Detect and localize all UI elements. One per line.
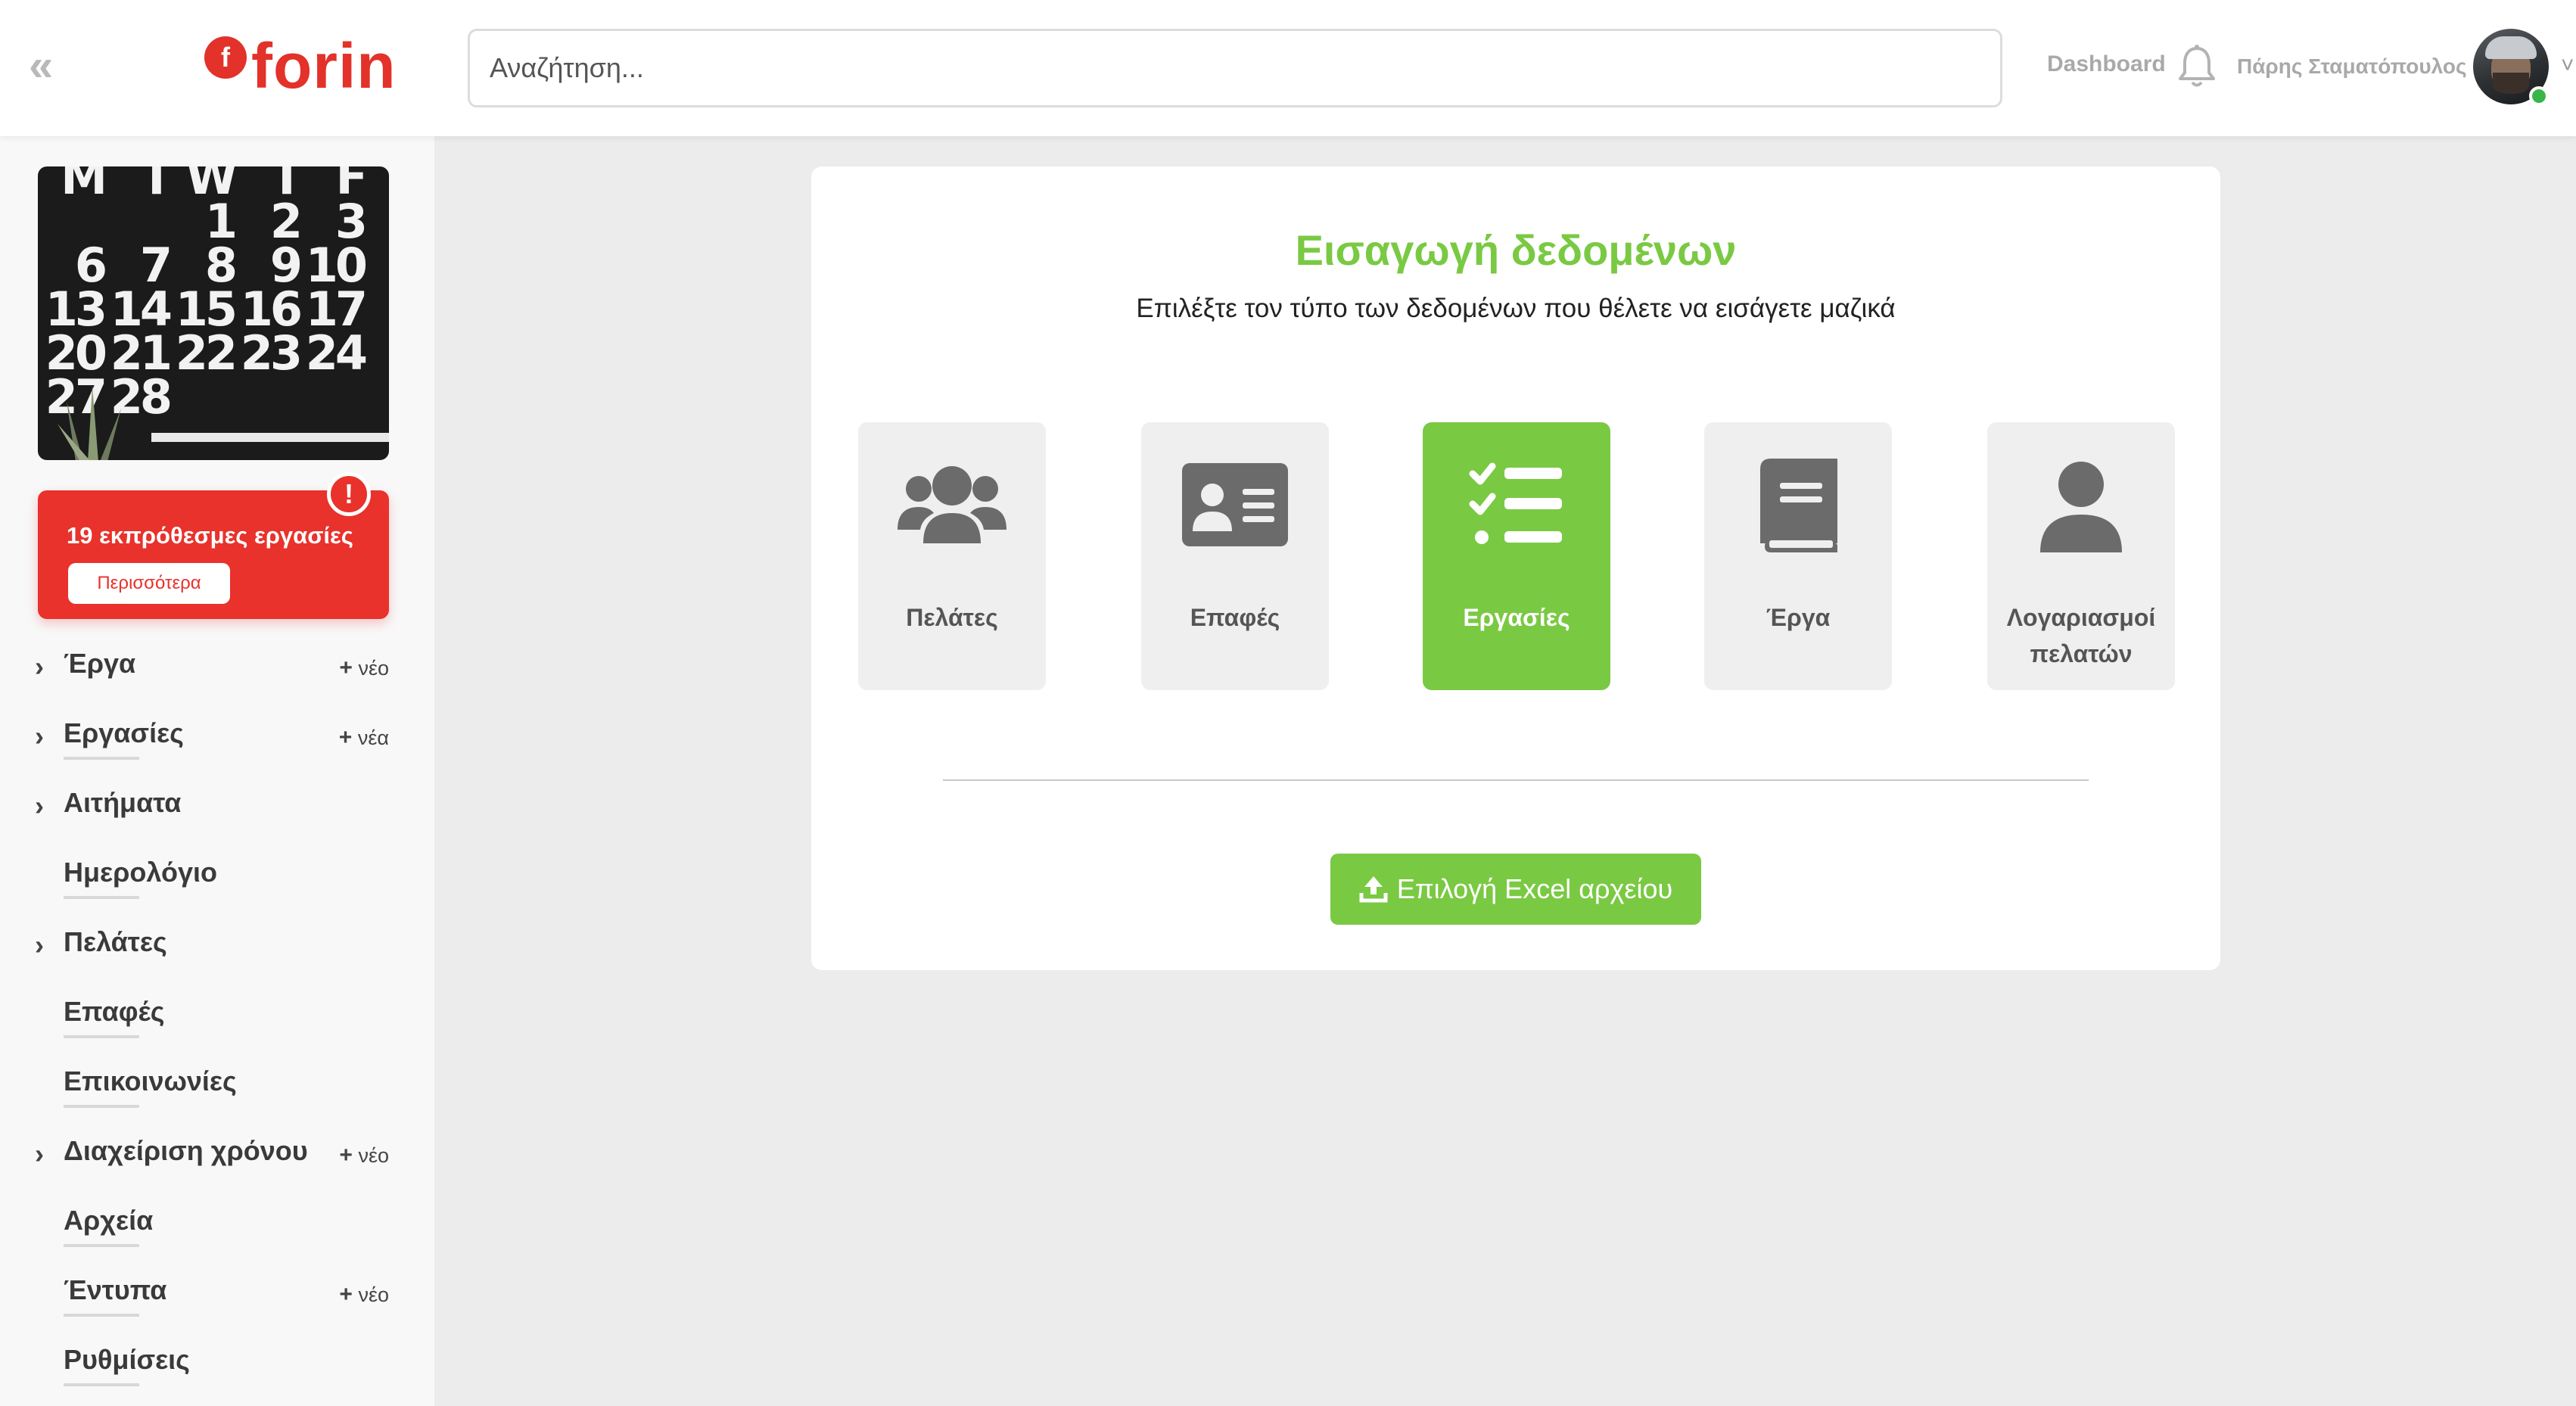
- sidebar-item-projects[interactable]: › Έργα + νέο: [0, 648, 434, 720]
- sidebar-item-label[interactable]: Αιτήματα: [64, 787, 181, 819]
- menu-underline: [64, 1244, 139, 1247]
- chevron-right-icon[interactable]: ›: [35, 651, 44, 683]
- calendar-day-number: [238, 375, 303, 419]
- type-tile-tasks[interactable]: Εργασίες: [1423, 422, 1610, 690]
- menu-underline: [64, 1383, 139, 1386]
- page-subtitle: Επιλέξτε τον τύπο των δεδομένων που θέλε…: [1136, 294, 1896, 323]
- type-tile-contacts[interactable]: Επαφές: [1141, 422, 1329, 690]
- plus-icon: +: [339, 1282, 353, 1307]
- collapse-sidebar-icon[interactable]: «: [29, 44, 67, 88]
- menu-underline: [64, 1314, 139, 1317]
- menu-underline: [64, 896, 139, 899]
- add-new-label: νέο: [358, 1283, 389, 1306]
- sidebar-item-label[interactable]: Επικοινωνίες: [64, 1065, 237, 1097]
- sidebar-item-label[interactable]: Πελάτες: [64, 926, 167, 958]
- sidebar-item-forms[interactable]: Έντυπα + νέο: [0, 1274, 434, 1347]
- book-icon: [1760, 459, 1837, 552]
- add-new-link[interactable]: + νέο: [339, 1282, 389, 1308]
- sidebar-item-label[interactable]: Διαχείριση χρόνου: [64, 1135, 308, 1167]
- calendar-day-number: T: [140, 166, 173, 205]
- sidebar-menu: › Έργα + νέο › Εργασίες + νέα › Αιτήματα…: [0, 648, 434, 1406]
- calendar-day-number: 24: [305, 325, 368, 381]
- divider: [943, 779, 2089, 781]
- select-excel-file-button[interactable]: Επιλογή Excel αρχείου: [1330, 854, 1701, 925]
- add-new-link[interactable]: + νέο: [339, 655, 389, 681]
- sidebar-item-communications[interactable]: Επικοινωνίες: [0, 1065, 434, 1138]
- type-label: Επαφές: [1190, 604, 1280, 631]
- calendar-day-number: M: [61, 166, 107, 205]
- chevron-down-icon[interactable]: ˅: [2561, 53, 2574, 79]
- menu-underline: [64, 757, 139, 760]
- type-tile-projects[interactable]: Έργα: [1704, 422, 1892, 690]
- type-label: Πελάτες: [906, 604, 998, 631]
- calendar-day-number: 23: [240, 325, 303, 381]
- import-data-card: Εισαγωγή δεδομένων Επιλέξτε τον τύπο των…: [811, 166, 2220, 970]
- logo-text: forin: [251, 30, 397, 101]
- user-icon: [2040, 462, 2122, 552]
- logo-mark: f: [204, 36, 247, 79]
- sidebar-item-files[interactable]: Αρχεία: [0, 1205, 434, 1277]
- calendar-day-number: [303, 375, 368, 419]
- dashboard-link[interactable]: Dashboard: [2047, 51, 2166, 77]
- chevron-right-icon[interactable]: ›: [35, 720, 44, 752]
- sidebar-item-tasks[interactable]: › Εργασίες + νέα: [0, 717, 434, 790]
- checklist-icon: [1469, 462, 1562, 544]
- upload-icon: [1359, 876, 1388, 903]
- top-bar: « f forin Dashboard Πάρης Σταματόπουλος …: [0, 0, 2576, 136]
- add-new-label: νέα: [357, 726, 389, 749]
- sidebar-item-label[interactable]: Ημερολόγιο: [64, 857, 217, 888]
- type-label: Έργα: [1766, 604, 1831, 631]
- sidebar-item-label[interactable]: Έντυπα: [64, 1274, 166, 1306]
- select-excel-file-label: Επιλογή Excel αρχείου: [1396, 873, 1673, 904]
- type-label: Λογαριασμοί πελατών: [2006, 604, 2156, 667]
- plant-icon: [58, 386, 121, 460]
- menu-underline: [64, 1105, 139, 1108]
- chevron-right-icon[interactable]: ›: [35, 929, 44, 961]
- sidebar: M T W T F 1 2 3 6 7 8 9 10 13 14 15 16 17 20 21 22 23 24 27 28 1…: [0, 136, 434, 1406]
- chevron-right-icon[interactable]: ›: [35, 790, 44, 822]
- search-input[interactable]: [468, 29, 2002, 107]
- sidebar-item-label[interactable]: Επαφές: [64, 996, 164, 1028]
- add-new-label: νέο: [358, 1144, 389, 1167]
- sidebar-item-label[interactable]: Εργασίες: [64, 717, 184, 749]
- sidebar-item-time-management[interactable]: › Διαχείριση χρόνου + νέο: [0, 1135, 434, 1208]
- avatar-beard: [2493, 73, 2529, 94]
- plus-icon: +: [338, 725, 353, 750]
- sidebar-item-contacts[interactable]: Επαφές: [0, 996, 434, 1068]
- more-button[interactable]: Περισσότερα: [68, 563, 230, 604]
- alert-icon: !: [327, 472, 371, 516]
- plus-icon: +: [339, 1143, 353, 1168]
- calendar-bar: [151, 433, 389, 442]
- menu-underline: [64, 1035, 139, 1038]
- sidebar-item-label[interactable]: Ρυθμίσεις: [64, 1344, 190, 1376]
- sidebar-item-calendar[interactable]: Ημερολόγιο: [0, 857, 434, 929]
- sidebar-item-label[interactable]: Αρχεία: [64, 1205, 153, 1236]
- contact-card-icon: [1182, 463, 1288, 546]
- type-label: Εργασίες: [1463, 604, 1570, 631]
- calendar-image: M T W T F 1 2 3 6 7 8 9 10 13 14 15 16 17 20 21 22 23 24 27 28: [38, 166, 389, 460]
- sidebar-item-settings[interactable]: Ρυθμίσεις: [0, 1344, 434, 1406]
- user-name[interactable]: Πάρης Σταματόπουλος: [2237, 54, 2467, 79]
- type-tile-client-accounts[interactable]: Λογαριασμοί πελατών: [1987, 422, 2175, 690]
- sidebar-item-requests[interactable]: › Αιτήματα: [0, 787, 434, 860]
- online-status-dot: [2529, 86, 2549, 106]
- calendar-day-number: 22: [175, 325, 238, 381]
- logo[interactable]: f forin: [204, 32, 397, 100]
- avatar-cap: [2485, 36, 2537, 59]
- overdue-tasks-text: 19 εκπρόθεσμες εργασίες: [67, 522, 353, 549]
- calendar-day-number: [173, 375, 238, 419]
- sidebar-item-clients[interactable]: › Πελάτες: [0, 926, 434, 999]
- users-group-icon: [898, 466, 1006, 543]
- type-tile-clients[interactable]: Πελάτες: [858, 422, 1046, 690]
- bell-icon[interactable]: [2176, 44, 2217, 91]
- plus-icon: +: [339, 655, 353, 680]
- chevron-right-icon[interactable]: ›: [35, 1138, 44, 1170]
- add-new-link[interactable]: + νέα: [339, 725, 389, 751]
- page-title: Εισαγωγή δεδομένων: [1295, 226, 1737, 274]
- data-type-options: Πελάτες Επαφές Εργασίες Έργα Λογαριασμοί…: [858, 422, 2175, 690]
- sidebar-item-label[interactable]: Έργα: [64, 648, 135, 680]
- add-new-link[interactable]: + νέο: [339, 1143, 389, 1168]
- add-new-label: νέο: [358, 657, 389, 680]
